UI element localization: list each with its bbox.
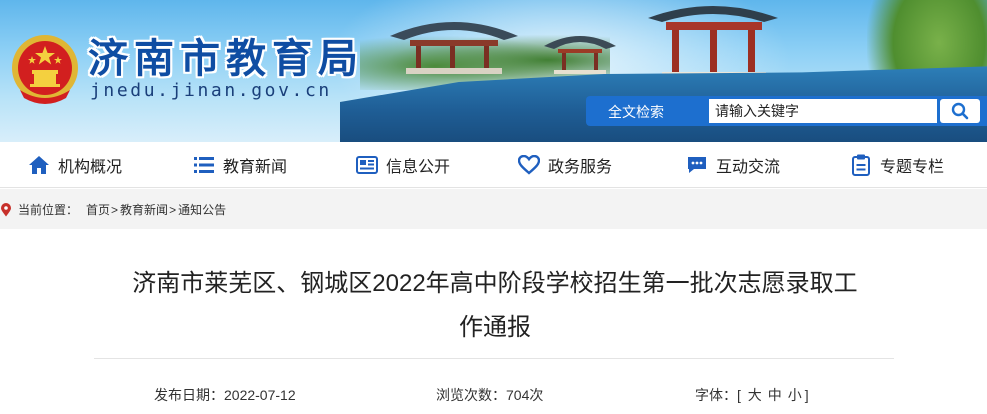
search-input[interactable] (709, 99, 937, 123)
nav-item-news[interactable]: 教育新闻 (193, 142, 287, 188)
breadcrumb-bar: 当前位置： 首页 > 教育新闻 > 通知公告 (0, 189, 987, 229)
search-bar: 全文检索 (586, 96, 987, 126)
site-title[interactable]: 济南市教育局 (88, 26, 364, 84)
nav-item-label: 信息公开 (386, 159, 451, 176)
heart-icon (518, 154, 540, 176)
chat-icon (686, 154, 708, 176)
title-divider (94, 358, 894, 359)
breadcrumb-separator: > (111, 202, 119, 217)
list-icon (193, 154, 215, 176)
location-pin-icon (1, 202, 11, 216)
view-count: 浏览次数：704次 (436, 385, 543, 405)
breadcrumb-separator: > (169, 202, 177, 217)
search-icon (951, 102, 969, 120)
breadcrumb-notice-link[interactable]: 通知公告 (178, 201, 226, 218)
publish-date: 发布日期：2022-07-12 (154, 385, 296, 405)
nav-item-label: 专题专栏 (880, 159, 945, 176)
home-icon (28, 154, 50, 176)
article-title-line-2: 作通报 (459, 314, 531, 341)
clipboard-icon (850, 154, 872, 176)
nav-item-organization[interactable]: 机构概况 (28, 142, 122, 188)
breadcrumb-home-link[interactable]: 首页 (86, 201, 110, 218)
nav-item-topics[interactable]: 专题专栏 (850, 142, 944, 188)
nav-item-label: 互动交流 (716, 159, 781, 176)
article-title: 济南市莱芜区、钢城区2022年高中阶段学校招生第一批次志愿录取工 作通报 (90, 262, 900, 350)
breadcrumb: 当前位置： 首页 > 教育新闻 > 通知公告 (0, 201, 226, 218)
national-emblem-icon (12, 35, 78, 104)
view-count-value: 704次 (506, 387, 544, 403)
main-nav: 机构概况 教育新闻 信息公开 政务服务 互动交流 专题专栏 (0, 142, 987, 188)
view-count-label: 浏览次数： (436, 387, 506, 403)
font-size-large-button[interactable]: 大 (748, 387, 762, 403)
breadcrumb-lead: 当前位置： (18, 203, 79, 217)
nav-item-disclosure[interactable]: 信息公开 (356, 142, 450, 188)
nav-item-label: 机构概况 (58, 159, 123, 176)
publish-date-label: 发布日期： (154, 387, 224, 403)
newspaper-icon (356, 154, 378, 176)
breadcrumb-news-link[interactable]: 教育新闻 (120, 201, 168, 218)
pavilion-left-image (390, 22, 518, 74)
nav-item-label: 教育新闻 (223, 159, 288, 176)
article-title-line-1: 济南市莱芜区、钢城区2022年高中阶段学校招生第一批次志愿录取工 (132, 270, 858, 297)
nav-item-label: 政务服务 (548, 159, 613, 176)
font-size-control: 字体：[ 大中小] (695, 385, 809, 405)
nav-item-services[interactable]: 政务服务 (518, 142, 612, 188)
search-button[interactable] (940, 99, 980, 123)
search-label: 全文检索 (608, 104, 664, 120)
font-size-close-bracket: ] (804, 387, 809, 403)
nav-item-interaction[interactable]: 互动交流 (686, 142, 780, 188)
header-banner: 济南市教育局 jnedu.jinan.gov.cn 全文检索 (0, 0, 987, 142)
publish-date-value: 2022-07-12 (224, 387, 296, 403)
font-size-medium-button[interactable]: 中 (768, 387, 782, 403)
site-domain: jnedu.jinan.gov.cn (90, 80, 332, 101)
font-size-small-button[interactable]: 小 (788, 387, 802, 403)
pavilion-middle-image (544, 36, 616, 74)
font-size-label: 字体： (695, 387, 737, 403)
font-size-open-bracket: [ (737, 387, 741, 403)
